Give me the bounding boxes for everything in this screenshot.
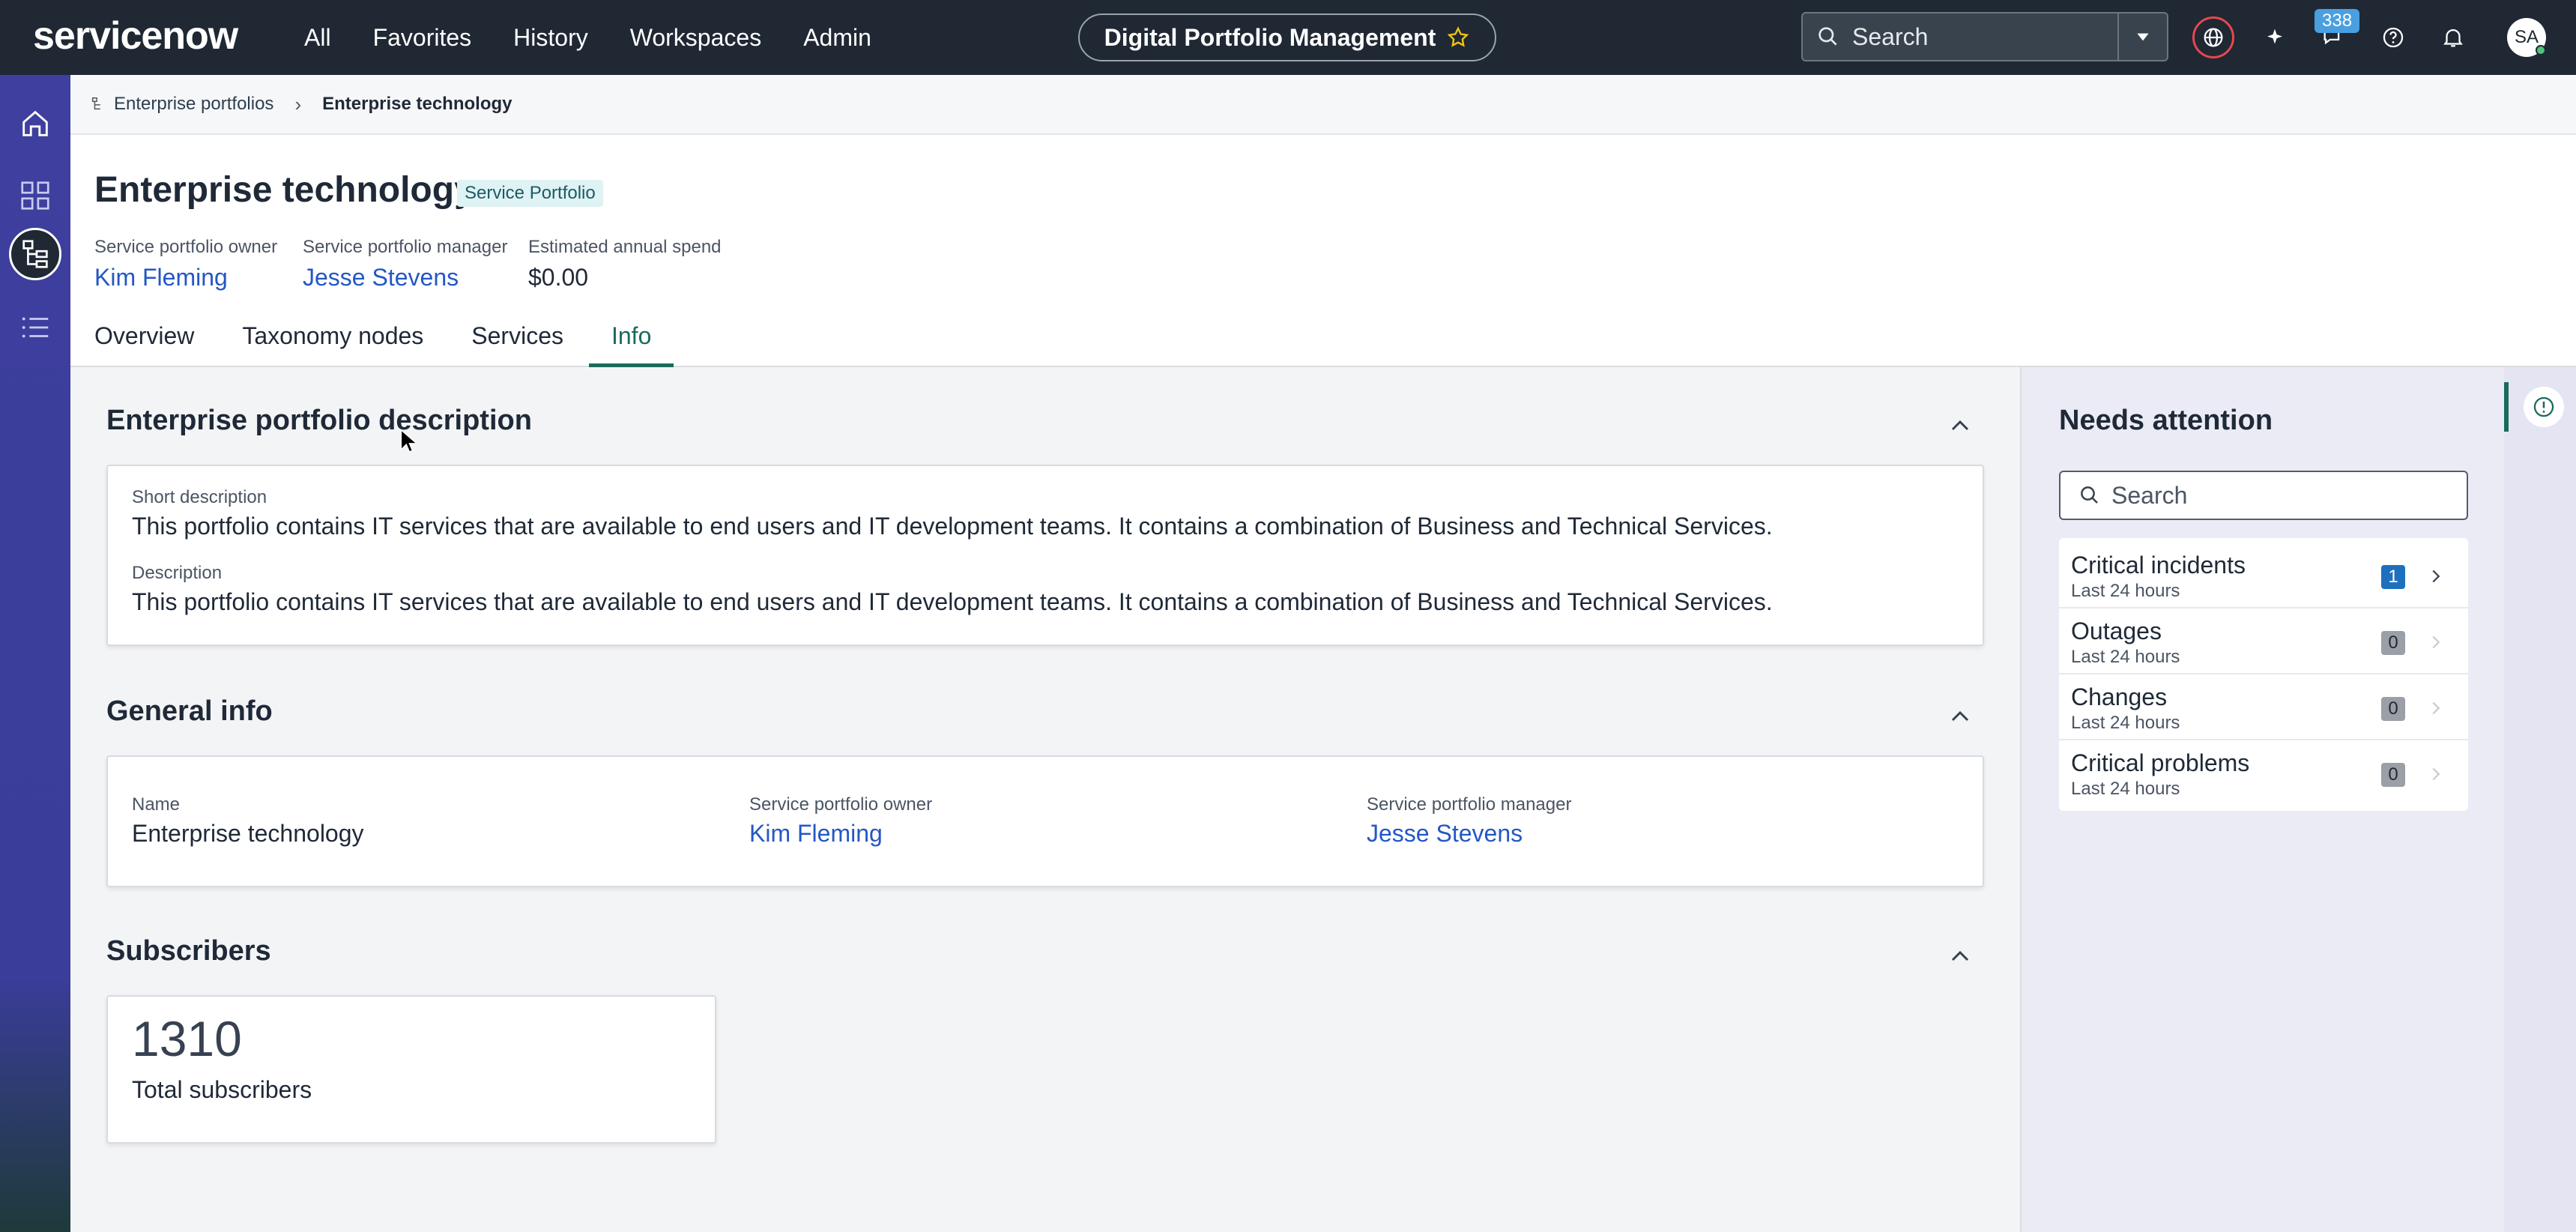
description-card: Short description This portfolio contain… xyxy=(106,465,1984,646)
short-description-value: This portfolio contains IT services that… xyxy=(132,513,1773,540)
tab-services[interactable]: Services xyxy=(471,322,563,367)
help-icon[interactable] xyxy=(2372,16,2414,58)
breadcrumb-parent-label: Enterprise portfolios xyxy=(114,94,274,114)
bell-icon[interactable] xyxy=(2432,16,2474,58)
chevron-right-icon xyxy=(2432,701,2440,715)
hierarchy-small-icon xyxy=(91,97,100,110)
breadcrumb-parent[interactable]: Enterprise portfolios xyxy=(90,94,273,115)
general-info-manager-field: Service portfolio manager Jesse Stevens xyxy=(1367,794,1571,848)
apps-grid-icon[interactable] xyxy=(9,169,61,222)
meta-owner-label: Service portfolio owner xyxy=(94,237,278,257)
search-scope-dropdown[interactable] xyxy=(2117,12,2168,61)
attention-item-outages[interactable]: Outages Last 24 hours 0 xyxy=(2059,609,2468,674)
attention-info-icon[interactable] xyxy=(2524,387,2564,427)
collapse-general-info-chevron-up-icon[interactable] xyxy=(1945,701,1975,731)
meta-manager-label: Service portfolio manager xyxy=(303,237,508,257)
breadcrumb-separator: › xyxy=(294,92,302,115)
breadcrumb: Enterprise portfolios › Enterprise techn… xyxy=(70,75,2576,135)
type-badge: Service Portfolio xyxy=(457,180,603,207)
search-icon xyxy=(1818,27,1837,46)
meta-spend-label: Estimated annual spend xyxy=(528,237,722,257)
hierarchy-icon[interactable] xyxy=(9,228,61,280)
left-rail xyxy=(0,75,70,1232)
workspace-pill[interactable]: Digital Portfolio Management xyxy=(1078,13,1496,61)
general-info-card: Name Enterprise technology Service portf… xyxy=(106,755,1984,887)
general-info-owner-field: Service portfolio owner Kim Fleming xyxy=(749,794,932,848)
nav-all[interactable]: All xyxy=(304,24,331,52)
tab-taxonomy-nodes[interactable]: Taxonomy nodes xyxy=(242,322,423,367)
attention-item-critical-incidents[interactable]: Critical incidents Last 24 hours 1 xyxy=(2059,543,2468,609)
name-value: Enterprise technology xyxy=(132,820,364,847)
subscribers-title: Subscribers xyxy=(106,935,271,967)
needs-attention-panel: Needs attention Search Critical incident… xyxy=(2020,367,2504,1232)
needs-attention-search-placeholder: Search xyxy=(2111,481,2188,509)
short-description-label: Short description xyxy=(132,487,267,507)
manager-label: Service portfolio manager xyxy=(1367,794,1572,815)
chevron-right-icon xyxy=(2432,635,2440,649)
global-search-input[interactable]: Search xyxy=(1801,12,2119,61)
search-icon xyxy=(2081,486,2098,504)
subscriber-label: Total subscribers xyxy=(132,1076,312,1103)
count-badge: 1 xyxy=(2381,565,2405,589)
meta-manager: Service portfolio manager Jesse Stevens xyxy=(303,237,507,292)
right-context-strip xyxy=(2504,367,2576,1232)
meta-owner: Service portfolio owner Kim Fleming xyxy=(94,237,277,292)
search-placeholder: Search xyxy=(1852,22,1929,50)
manager-link[interactable]: Jesse Stevens xyxy=(1367,820,1571,848)
owner-label: Service portfolio owner xyxy=(749,794,933,815)
page-header: Enterprise technology Service Portfolio … xyxy=(70,136,2576,367)
collapse-subscribers-chevron-up-icon[interactable] xyxy=(1945,941,1975,971)
home-icon[interactable] xyxy=(9,97,61,150)
nav-favorites[interactable]: Favorites xyxy=(373,24,472,52)
collapse-description-chevron-up-icon[interactable] xyxy=(1945,411,1975,441)
presence-dot xyxy=(2536,45,2546,55)
top-header: servicenow All Favorites History Workspa… xyxy=(0,0,2576,75)
tab-bar: Overview Taxonomy nodes Services Info xyxy=(94,322,722,367)
sparkle-icon[interactable] xyxy=(2254,16,2296,58)
needs-attention-list: Critical incidents Last 24 hours 1 Outag… xyxy=(2059,538,2468,811)
caret-down-icon xyxy=(2137,33,2149,41)
description-section-title: Enterprise portfolio description xyxy=(106,405,532,436)
meta-spend-value: $0.00 xyxy=(528,264,589,291)
workspace-name: Digital Portfolio Management xyxy=(1104,23,1436,51)
needs-attention-search-input[interactable]: Search xyxy=(2059,471,2468,520)
attention-item-critical-problems[interactable]: Critical problems Last 24 hours 0 xyxy=(2059,740,2468,806)
meta-spend: Estimated annual spend $0.00 xyxy=(528,237,722,292)
count-badge: 0 xyxy=(2381,763,2405,787)
mouse-cursor-icon xyxy=(400,429,417,453)
general-info-title: General info xyxy=(106,695,273,727)
nav-admin[interactable]: Admin xyxy=(803,24,871,52)
subscribers-card: 1310 Total subscribers xyxy=(106,995,716,1144)
chevron-right-icon xyxy=(2432,570,2440,583)
breadcrumb-current: Enterprise technology xyxy=(322,94,513,114)
tab-overview[interactable]: Overview xyxy=(94,322,194,367)
avatar-initials: SA xyxy=(2514,27,2539,47)
description-label: Description xyxy=(132,563,223,583)
name-label: Name xyxy=(132,794,181,815)
attention-item-changes[interactable]: Changes Last 24 hours 0 xyxy=(2059,674,2468,740)
list-icon[interactable] xyxy=(9,301,61,354)
active-marker xyxy=(2504,382,2509,432)
general-info-name-field: Name Enterprise technology xyxy=(132,794,364,848)
count-badge: 0 xyxy=(2381,631,2405,655)
owner-link[interactable]: Kim Fleming xyxy=(749,820,932,848)
nav-history[interactable]: History xyxy=(513,24,588,52)
main-content: Enterprise portfolio description Short d… xyxy=(70,367,2020,1232)
needs-attention-title: Needs attention xyxy=(2059,405,2273,436)
top-nav: All Favorites History Workspaces Admin xyxy=(304,0,871,75)
subscriber-count: 1310 xyxy=(132,1011,242,1066)
count-badge: 0 xyxy=(2381,697,2405,721)
user-avatar[interactable]: SA xyxy=(2507,18,2546,57)
chevron-right-icon xyxy=(2432,767,2440,781)
notification-count-badge: 338 xyxy=(2315,9,2360,33)
servicenow-logo[interactable]: servicenow xyxy=(33,15,238,57)
meta-manager-link[interactable]: Jesse Stevens xyxy=(303,264,507,292)
meta-owner-link[interactable]: Kim Fleming xyxy=(94,264,277,292)
star-icon[interactable] xyxy=(1446,25,1470,49)
tab-info[interactable]: Info xyxy=(588,322,674,367)
description-value: This portfolio contains IT services that… xyxy=(132,588,1773,615)
nav-workspaces[interactable]: Workspaces xyxy=(630,24,761,52)
globe-icon[interactable] xyxy=(2192,16,2234,58)
page-title: Enterprise technology xyxy=(94,170,474,210)
